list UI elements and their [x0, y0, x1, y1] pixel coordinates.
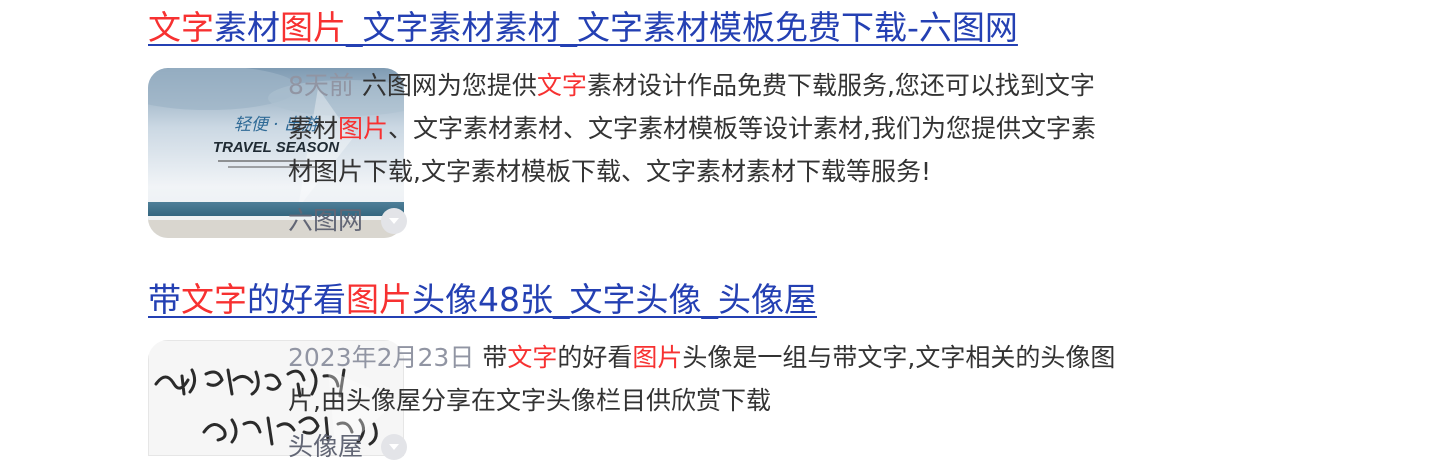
- title-segment: 素材: [214, 8, 280, 47]
- snippet-segment: 文字: [507, 343, 558, 372]
- chevron-down-circle-icon[interactable]: [381, 208, 408, 234]
- result-date: 2023年2月23日: [288, 343, 475, 372]
- search-result: 带文字的好看图片头像48张_文字头像_头像屋: [148, 280, 817, 320]
- title-segment: 图片: [280, 8, 346, 47]
- snippet-segment: 文字: [536, 71, 587, 100]
- title-segment: _文字素材素材_文字素材模板免费下载-六图网: [346, 8, 1018, 47]
- result-source-row: 头像屋: [288, 432, 408, 462]
- result-source-row: 六图网: [288, 206, 408, 236]
- snippet-segment: 带: [482, 343, 508, 372]
- snippet-segment: 图片: [632, 343, 683, 372]
- title-segment: 带: [148, 280, 181, 319]
- title-segment: 的好看: [247, 280, 346, 319]
- search-result: 文字素材图片_文字素材素材_文字素材模板免费下载-六图网: [148, 8, 1018, 48]
- result-title-link[interactable]: 带文字的好看图片头像48张_文字头像_头像屋: [148, 280, 817, 320]
- result-snippet: 8天前 六图网为您提供文字素材设计作品免费下载服务,您还可以找到文字素材图片、文字…: [288, 64, 1118, 193]
- snippet-segment: 六图网为您提供: [361, 71, 537, 100]
- title-segment: 头像48张_文字头像_头像屋: [412, 280, 817, 319]
- snippet-segment: 图片: [338, 114, 389, 143]
- chevron-down-circle-icon[interactable]: [381, 434, 408, 460]
- result-title-link[interactable]: 文字素材图片_文字素材素材_文字素材模板免费下载-六图网: [148, 8, 1018, 48]
- source-name[interactable]: 头像屋: [288, 432, 363, 462]
- result-date: 8天前: [288, 71, 354, 100]
- source-name[interactable]: 六图网: [288, 206, 363, 236]
- snippet-segment: 的好看: [557, 343, 633, 372]
- result-snippet: 2023年2月23日 带文字的好看图片头像是一组与带文字,文字相关的头像图片,由头…: [288, 336, 1118, 422]
- title-segment: 图片: [346, 280, 412, 319]
- title-segment: 文字: [148, 8, 214, 47]
- title-segment: 文字: [181, 280, 247, 319]
- snippet-segment: 、文字素材素材、文字素材模板等设计素材,我们为您提供文字素材图片下载,文字素材模…: [288, 114, 1096, 186]
